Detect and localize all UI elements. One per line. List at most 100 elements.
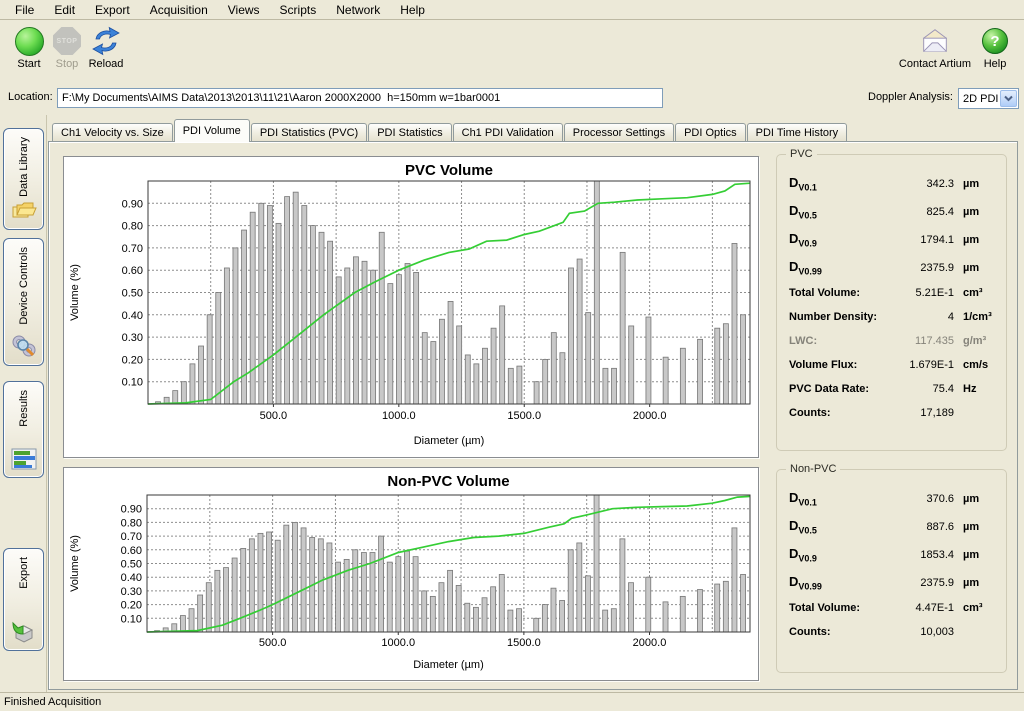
stat-label: DV0.99 [789, 574, 888, 592]
svg-text:0.30: 0.30 [122, 332, 143, 344]
tab-strip: Ch1 Velocity vs. SizePDI VolumePDI Stati… [52, 120, 848, 142]
svg-text:0.20: 0.20 [121, 600, 142, 612]
svg-text:Volume (%): Volume (%) [69, 264, 81, 321]
stat-row: LWC:117.435g/m³ [789, 335, 998, 359]
stat-row: Number Density:41/cm³ [789, 311, 998, 335]
svg-text:0.50: 0.50 [122, 288, 143, 300]
help-button-label: Help [972, 58, 1018, 70]
results-chart-icon [10, 447, 38, 471]
svg-text:0.40: 0.40 [122, 310, 143, 322]
non-pvc-volume-chart-panel: 0.100.200.300.400.500.600.700.800.90500.… [63, 467, 759, 681]
tab-pdi-volume[interactable]: PDI Volume [174, 119, 250, 142]
svg-text:0.60: 0.60 [121, 545, 142, 557]
svg-text:0.10: 0.10 [121, 613, 142, 625]
stat-row: DV0.1370.6µm [789, 490, 998, 518]
menu-item-network[interactable]: Network [327, 1, 389, 19]
svg-text:0.60: 0.60 [122, 265, 143, 277]
pvc-stats-groupbox: PVC DV0.1342.3µmDV0.5825.4µmDV0.91794.1µ… [776, 154, 1007, 451]
stat-unit: µm [954, 262, 998, 274]
stat-unit: µm [954, 493, 998, 505]
stat-value: 17,189 [888, 407, 954, 419]
stat-label: DV0.1 [789, 175, 888, 193]
stat-label: DV0.5 [789, 203, 888, 221]
svg-text:Diameter (µm): Diameter (µm) [414, 435, 485, 447]
svg-text:2000.0: 2000.0 [633, 637, 667, 649]
tab-pdi-statistics-pvc-[interactable]: PDI Statistics (PVC) [251, 123, 367, 142]
tab-pdi-optics[interactable]: PDI Optics [675, 123, 746, 142]
stat-label: Total Volume: [789, 287, 888, 299]
stat-value: 5.21E-1 [888, 287, 954, 299]
sidebar-item-label: Export [18, 557, 30, 589]
tab-processor-settings[interactable]: Processor Settings [564, 123, 674, 142]
stat-row: DV0.992375.9µm [789, 574, 998, 602]
location-input[interactable] [57, 88, 663, 108]
stat-row: PVC Data Rate:75.4Hz [789, 383, 998, 407]
sidebar-item-data-library[interactable]: Data Library [3, 128, 44, 230]
stop-icon: STOP [53, 27, 81, 55]
stat-label: DV0.9 [789, 546, 888, 564]
toolbar: Start STOP Stop Reload Cont [0, 21, 1024, 83]
svg-text:0.70: 0.70 [122, 243, 143, 255]
svg-text:PVC Volume: PVC Volume [405, 162, 493, 179]
stat-unit: µm [954, 206, 998, 218]
chevron-down-icon[interactable] [1000, 90, 1017, 107]
svg-text:Non-PVC Volume: Non-PVC Volume [387, 473, 509, 490]
non-pvc-stats-groupbox: Non-PVC DV0.1370.6µmDV0.5887.6µmDV0.9185… [776, 469, 1007, 673]
stat-unit: Hz [954, 383, 998, 395]
menu-item-export[interactable]: Export [86, 1, 139, 19]
stat-label: Total Volume: [789, 602, 888, 614]
stat-unit: cm³ [954, 287, 998, 299]
doppler-analysis-select[interactable]: 2D PDI [958, 88, 1019, 109]
contact-artium-label: Contact Artium [895, 58, 975, 70]
menu-item-help[interactable]: Help [391, 1, 434, 19]
stat-unit: cm/s [954, 359, 998, 371]
non-pvc-volume-chart: 0.100.200.300.400.500.600.700.800.90500.… [64, 468, 758, 680]
non-pvc-stats-rows: DV0.1370.6µmDV0.5887.6µmDV0.91853.4µmDV0… [789, 490, 998, 650]
stat-row: DV0.91853.4µm [789, 546, 998, 574]
svg-text:0.10: 0.10 [122, 377, 143, 389]
stat-label: DV0.5 [789, 518, 888, 536]
stat-label: DV0.99 [789, 259, 888, 277]
sidebar-item-device-controls[interactable]: Device Controls [3, 238, 44, 366]
tab-ch1-velocity-vs-size[interactable]: Ch1 Velocity vs. Size [52, 123, 173, 142]
stat-label: DV0.1 [789, 490, 888, 508]
stat-unit: cm³ [954, 602, 998, 614]
svg-text:2000.0: 2000.0 [633, 410, 667, 422]
sidebar-item-label: Device Controls [18, 247, 30, 325]
stat-unit: µm [954, 549, 998, 561]
contact-artium-button[interactable]: Contact Artium [895, 21, 975, 70]
stat-value: 2375.9 [888, 577, 954, 589]
svg-text:1500.0: 1500.0 [507, 637, 541, 649]
stat-row: Total Volume:4.47E-1cm³ [789, 602, 998, 626]
pvc-volume-chart: 0.100.200.300.400.500.600.700.800.90500.… [64, 157, 758, 457]
stat-row: DV0.992375.9µm [789, 259, 998, 287]
gears-icon [10, 333, 38, 359]
help-button[interactable]: ? Help [972, 21, 1018, 70]
stat-label: Volume Flux: [789, 359, 888, 371]
tab-ch1-pdi-validation[interactable]: Ch1 PDI Validation [453, 123, 563, 142]
menu-item-edit[interactable]: Edit [45, 1, 84, 19]
sidebar-item-export[interactable]: Export [3, 548, 44, 651]
svg-text:0.90: 0.90 [121, 504, 142, 516]
stat-label: LWC: [789, 335, 888, 347]
stat-value: 887.6 [888, 521, 954, 533]
sidebar-item-results[interactable]: Results [3, 381, 44, 478]
svg-text:Volume (%): Volume (%) [69, 535, 81, 592]
stat-value: 1853.4 [888, 549, 954, 561]
stat-unit: µm [954, 577, 998, 589]
tab-pdi-statistics[interactable]: PDI Statistics [368, 123, 451, 142]
pvc-stats-rows: DV0.1342.3µmDV0.5825.4µmDV0.91794.1µmDV0… [789, 175, 998, 431]
tab-pdi-time-history[interactable]: PDI Time History [747, 123, 848, 142]
menu-item-acquisition[interactable]: Acquisition [141, 1, 217, 19]
menu-item-views[interactable]: Views [219, 1, 269, 19]
svg-text:0.80: 0.80 [122, 221, 143, 233]
menu-item-scripts[interactable]: Scripts [271, 1, 326, 19]
location-label: Location: [8, 91, 53, 103]
doppler-analysis-label: Doppler Analysis: [868, 91, 953, 103]
non-pvc-groupbox-title: Non-PVC [786, 463, 840, 475]
reload-button[interactable]: Reload [80, 21, 132, 70]
stat-label: Counts: [789, 407, 888, 419]
pvc-groupbox-title: PVC [786, 148, 817, 160]
menu-item-file[interactable]: File [6, 1, 43, 19]
stat-value: 4 [888, 311, 954, 323]
